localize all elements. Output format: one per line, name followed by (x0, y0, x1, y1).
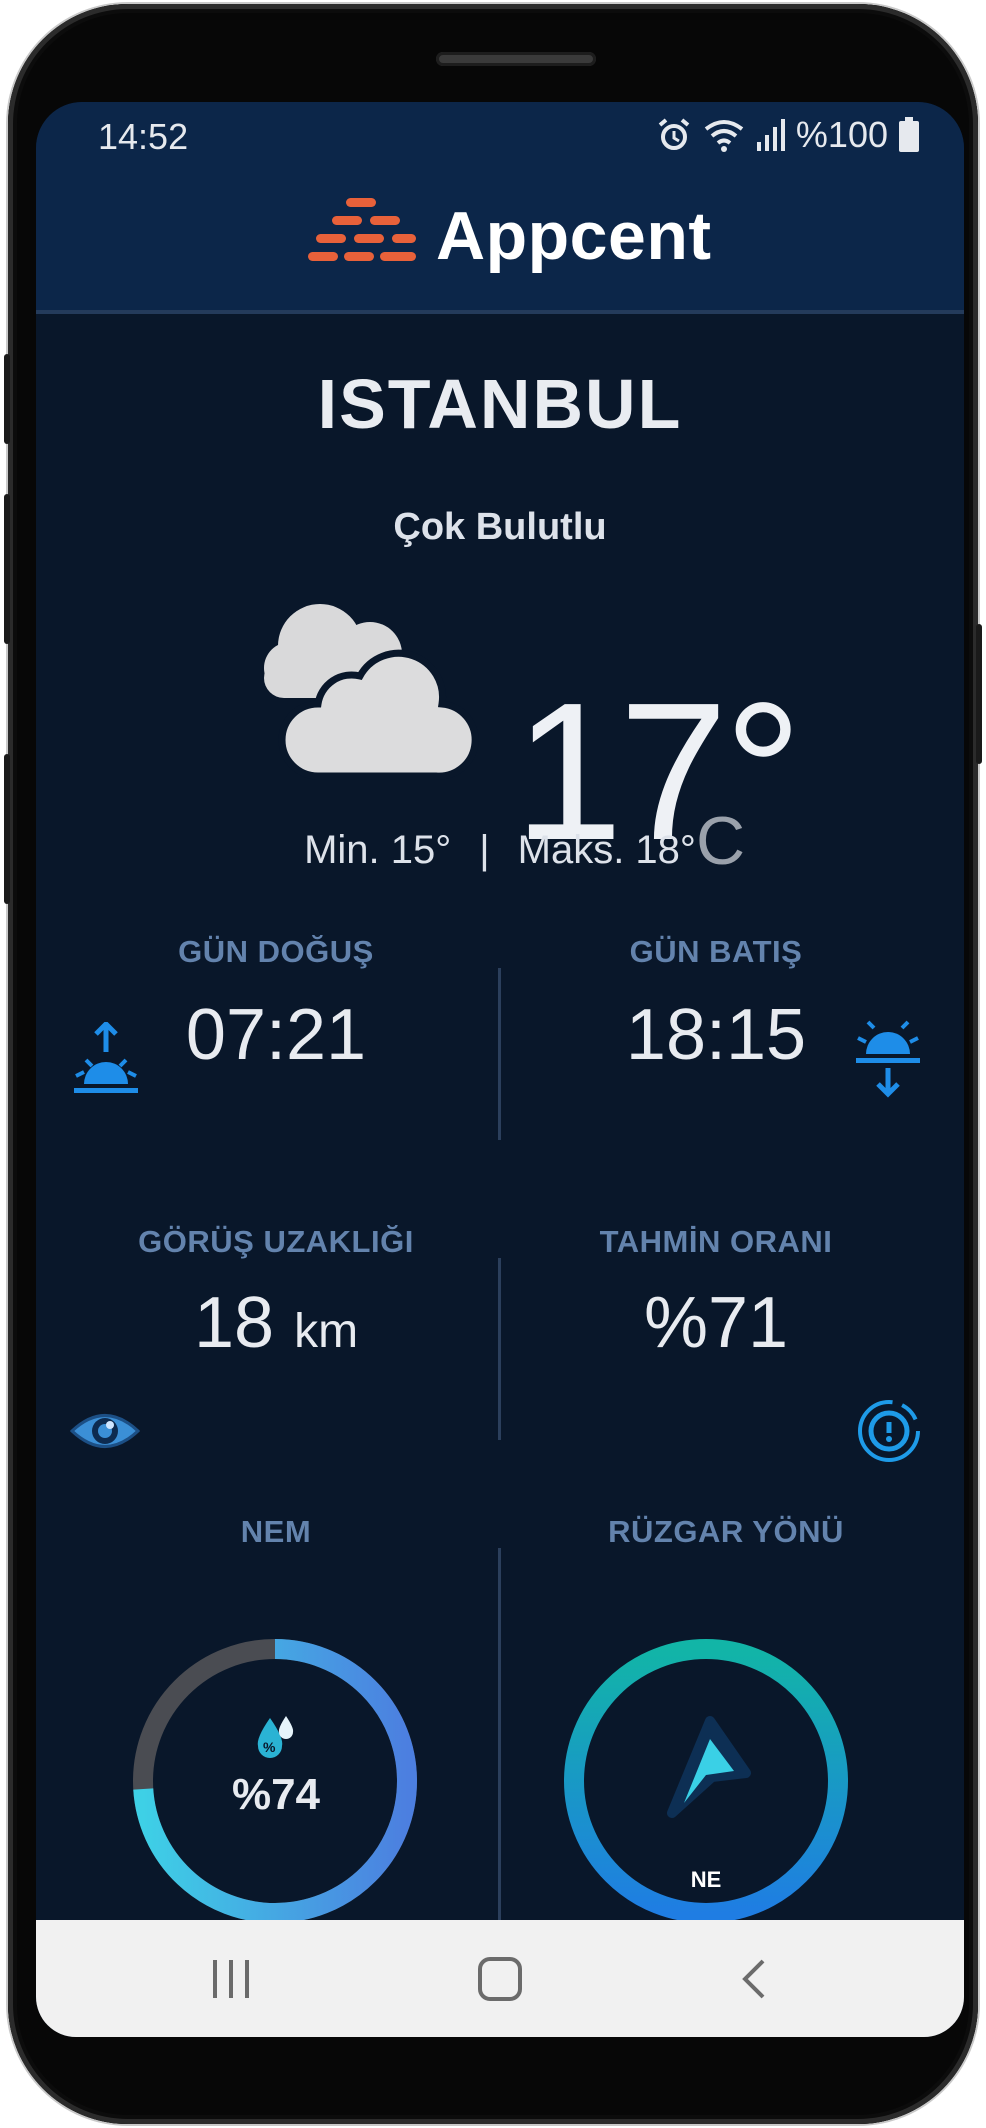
appcent-logo-icon (308, 198, 416, 261)
back-icon (742, 1959, 765, 1998)
droplet-percent-icon: % (257, 1716, 294, 1758)
min-max-temp: Min. 15° | Maks. 18° (36, 828, 964, 873)
sunrise-icon (74, 1022, 138, 1093)
svg-text:%: % (263, 1739, 276, 1755)
row3-divider (498, 1548, 501, 1920)
eye-icon (70, 1414, 140, 1448)
min-temp: Min. 15° (304, 828, 452, 872)
row1-divider (498, 968, 501, 1140)
app-header: 14:52 %100 Appcent (36, 102, 964, 312)
visibility-unit: km (294, 1305, 359, 1358)
wind-direction-value: NE (690, 1867, 722, 1892)
sunrise-label: GÜN DOĞUŞ (178, 934, 374, 969)
forecast-rate-value: %71 (643, 1283, 789, 1363)
visibility-number: 18 (193, 1283, 275, 1363)
sunset-label: GÜN BATIŞ (629, 934, 803, 969)
system-nav-bar (36, 1920, 964, 2037)
header-divider (36, 310, 964, 314)
humidity-label: NEM (240, 1514, 312, 1549)
sunset-time: 18:15 (625, 995, 807, 1075)
forecast-rate-label: TAHMİN ORANI (599, 1224, 833, 1259)
partly-cloudy-icon (264, 604, 479, 780)
home-button[interactable] (430, 1920, 570, 2037)
max-temp: Maks. 18° (517, 828, 696, 872)
volume-button (4, 354, 10, 444)
phone-frame: 14:52 %100 Appcent ISTANBUL Çok Bulutlu … (4, 4, 982, 2124)
alarm-icon (658, 118, 690, 150)
bixby-button (4, 754, 10, 904)
volume-down-button (4, 494, 10, 644)
power-button (976, 624, 982, 764)
signal-icon (756, 119, 785, 151)
battery-percent: %100 (795, 114, 888, 155)
gauge-icon (858, 1400, 920, 1462)
app-screen: 14:52 %100 Appcent ISTANBUL Çok Bulutlu … (36, 102, 964, 2037)
app-name: Appcent (436, 198, 712, 274)
sunrise-time: 07:21 (185, 995, 367, 1075)
home-icon (478, 1956, 522, 2001)
city-name: ISTANBUL (317, 365, 683, 443)
visibility-label: GÖRÜŞ UZAKLIĞI (138, 1224, 414, 1259)
wind-direction-label: RÜZGAR YÖNÜ (608, 1514, 844, 1549)
humidity-value: %74 (231, 1770, 321, 1819)
app-logo: Appcent (308, 194, 712, 278)
recent-apps-icon (213, 1959, 249, 1998)
battery-icon (899, 117, 919, 152)
wifi-icon (704, 120, 744, 152)
sunset-icon (856, 1020, 920, 1098)
compass-arrow-icon (667, 1716, 751, 1818)
earpiece-speaker (436, 52, 596, 66)
visibility-value: 18 km (106, 1282, 446, 1364)
min-max-separator: | (479, 828, 490, 872)
weather-condition: Çok Bulutlu (393, 506, 607, 548)
status-time: 14:52 (98, 116, 189, 157)
status-icons: %100 (656, 114, 920, 156)
row2-divider (498, 1258, 501, 1440)
back-button[interactable] (684, 1920, 824, 2037)
recent-apps-button[interactable] (161, 1920, 301, 2037)
